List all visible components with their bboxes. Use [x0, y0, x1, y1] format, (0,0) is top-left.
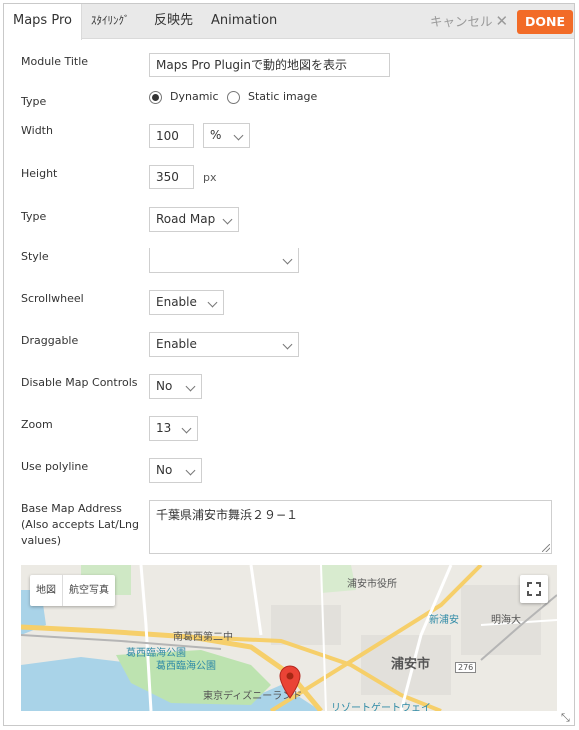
tab-styling[interactable]: ｽﾀｲﾘﾝｸﾞ: [82, 4, 139, 39]
tab-maps-pro[interactable]: Maps Pro: [4, 4, 82, 40]
height-label: Height: [21, 167, 58, 180]
map-type-select[interactable]: Road Map: [149, 207, 239, 232]
map-marker-icon[interactable]: [279, 665, 301, 699]
map-type-label: Type: [21, 210, 47, 223]
base-map-address-label-line: (Also accepts Lat/Lng: [21, 518, 139, 531]
scrollwheel-label: Scrollwheel: [21, 292, 84, 305]
width-unit-value: %: [210, 128, 222, 142]
chevron-down-icon: [282, 339, 293, 350]
draggable-select[interactable]: Enable: [149, 332, 299, 357]
chevron-down-icon: [181, 423, 192, 434]
map-type-value: Road Map: [156, 212, 216, 226]
draggable-label: Draggable: [21, 334, 79, 347]
disable-map-controls-label: Disable Map Controls: [21, 376, 138, 389]
static-image-radio[interactable]: [227, 91, 240, 104]
fullscreen-icon: [527, 582, 532, 587]
style-label: Style: [21, 250, 49, 263]
height-unit: px: [203, 171, 217, 184]
base-map-address-label-line: Base Map Address: [21, 502, 122, 515]
static-image-radio-label: Static image: [248, 90, 318, 103]
fullscreen-icon: [527, 591, 532, 596]
width-input[interactable]: 100: [149, 124, 194, 148]
use-polyline-select[interactable]: No: [149, 458, 202, 483]
close-icon: ✕: [495, 12, 509, 30]
fullscreen-icon: [536, 591, 541, 596]
base-map-address-value: 千葉県浦安市舞浜２９−１: [156, 508, 299, 522]
style-select[interactable]: [149, 248, 299, 273]
map-label: 南葛西第二中: [173, 632, 233, 643]
base-map-address-textarea[interactable]: 千葉県浦安市舞浜２９−１: [149, 500, 552, 554]
module-settings-panel: Maps Pro ｽﾀｲﾘﾝｸﾞ 反映先 Animation キャンセル ✕ DO…: [3, 3, 575, 726]
zoom-select[interactable]: 13: [149, 416, 198, 441]
disable-map-controls-value: No: [156, 379, 173, 393]
width-label: Width: [21, 124, 53, 137]
map-label: 新浦安: [429, 615, 459, 626]
width-unit-select[interactable]: %: [203, 123, 250, 148]
map-type-control: 地図 航空写真: [30, 575, 115, 606]
tab-bar: Maps Pro ｽﾀｲﾘﾝｸﾞ 反映先 Animation キャンセル ✕ DO…: [4, 4, 574, 40]
dynamic-radio[interactable]: [149, 91, 162, 104]
module-title-input[interactable]: Maps Pro Pluginで動的地図を表示: [149, 53, 390, 77]
chevron-down-icon: [185, 465, 196, 476]
base-map-address-label: Base Map Address (Also accepts Lat/Lng v…: [21, 501, 139, 549]
resize-grip-icon[interactable]: [542, 544, 550, 552]
use-polyline-label: Use polyline: [21, 460, 89, 473]
height-input[interactable]: 350: [149, 165, 194, 189]
fullscreen-button[interactable]: [520, 575, 548, 603]
map-label: 浦安市役所: [347, 579, 397, 590]
dynamic-radio-label: Dynamic: [170, 90, 219, 103]
map-preview[interactable]: 地図 航空写真 浦安市役所 新浦安 明海大 南葛西第二中 葛西臨海公園 葛西臨海…: [21, 565, 557, 711]
disable-map-controls-select[interactable]: No: [149, 374, 202, 399]
cancel-label: キャンセル: [430, 14, 493, 29]
chevron-down-icon: [207, 297, 218, 308]
map-label: 葛西臨海公園: [156, 661, 216, 672]
route-badge: 276: [455, 662, 477, 673]
chevron-down-icon: [282, 254, 293, 265]
map-label: 明海大: [491, 615, 521, 626]
map-label: リゾートゲートウェイ: [331, 703, 431, 711]
zoom-value: 13: [156, 421, 172, 435]
tab-visibility[interactable]: 反映先: [145, 4, 202, 39]
map-button[interactable]: 地図: [30, 575, 62, 606]
module-title-label: Module Title: [21, 55, 89, 68]
zoom-label: Zoom: [21, 418, 53, 431]
type-label: Type: [21, 95, 47, 108]
scrollwheel-select[interactable]: Enable: [149, 290, 224, 315]
panel-resize-handle-icon[interactable]: ⤡: [561, 712, 572, 723]
done-button[interactable]: DONE: [517, 10, 573, 34]
base-map-address-label-line: values): [21, 534, 62, 547]
chevron-down-icon: [222, 214, 233, 225]
cancel-button[interactable]: キャンセル ✕: [430, 4, 508, 39]
use-polyline-value: No: [156, 463, 173, 477]
chevron-down-icon: [185, 381, 196, 392]
draggable-value: Enable: [156, 337, 197, 351]
satellite-button[interactable]: 航空写真: [62, 575, 115, 606]
chevron-down-icon: [233, 130, 244, 141]
tab-animation[interactable]: Animation: [202, 4, 286, 39]
map-label: 浦安市: [391, 657, 431, 672]
scrollwheel-value: Enable: [156, 295, 197, 309]
fullscreen-icon: [536, 582, 541, 587]
